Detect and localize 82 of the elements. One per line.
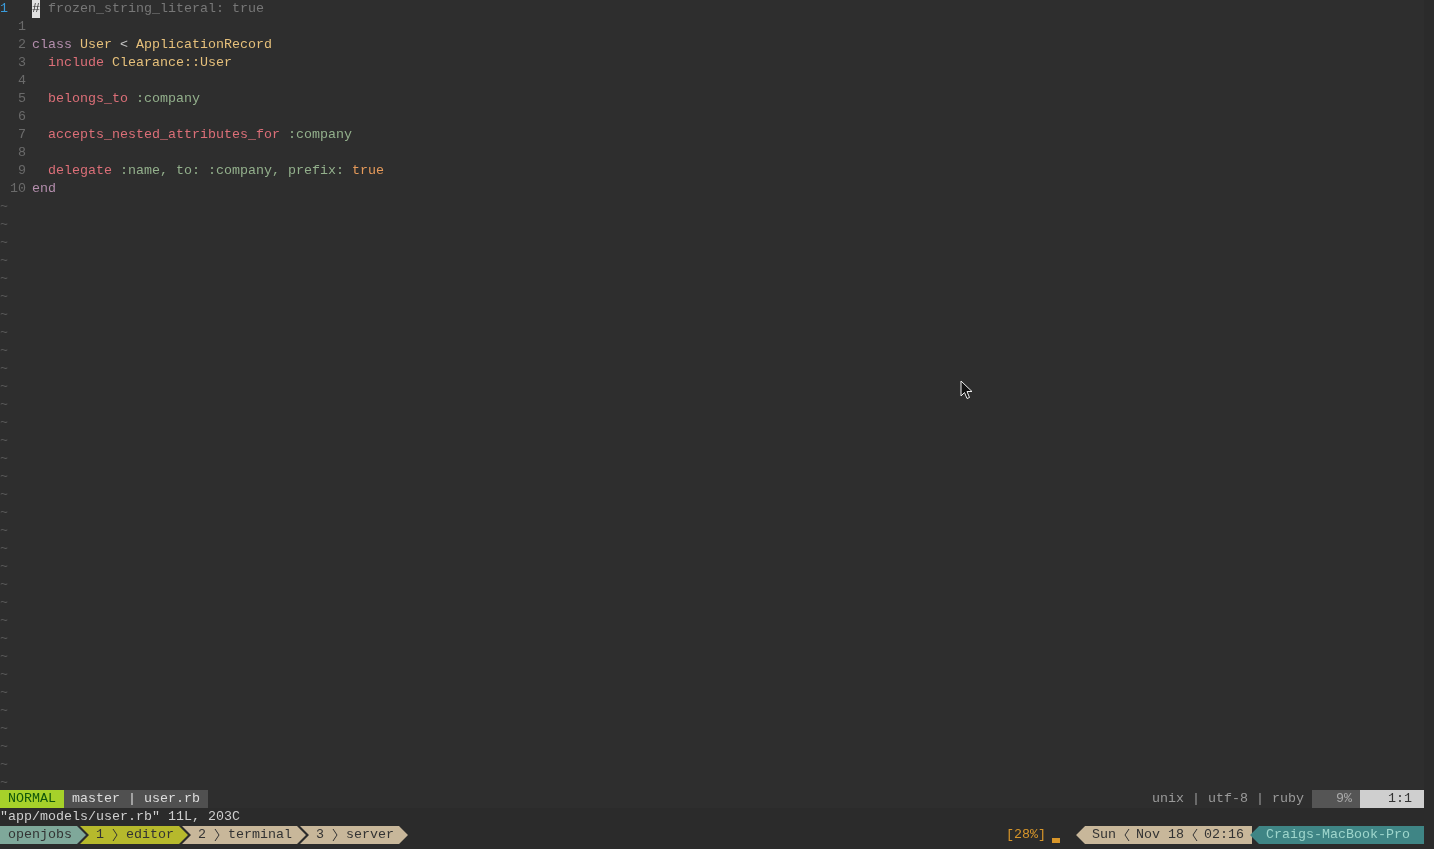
cursor-character: # [32, 0, 40, 18]
empty-line-marker: ~ [0, 360, 8, 378]
code-method: belongs_to [47, 90, 128, 108]
empty-line-marker: ~ [0, 666, 8, 684]
empty-line-marker: ~ [0, 252, 8, 270]
empty-line-marker: ~ [0, 702, 8, 720]
code-symbol: :company [136, 90, 200, 108]
empty-line-marker: ~ [0, 558, 8, 576]
date-time-segment: Sun [1076, 826, 1125, 844]
code-method: delegate [47, 162, 112, 180]
empty-line-marker: ~ [0, 774, 8, 792]
line-number: 6 [17, 108, 27, 126]
empty-line-marker: ~ [0, 486, 8, 504]
window-tab[interactable]: 1 editor [80, 826, 188, 844]
code-symbol: :name, to: :company, prefix: [120, 162, 344, 180]
branch-file-name: master | user.rb [64, 790, 208, 808]
line-number: 4 [17, 72, 27, 90]
code-method: include [47, 54, 104, 72]
line-number: 9 [17, 162, 27, 180]
empty-line-marker: ~ [0, 450, 8, 468]
empty-line-marker: ~ [0, 684, 8, 702]
line-number: 2 [17, 36, 27, 54]
line-number: 1 [17, 18, 27, 36]
separator-chevron-icon [1124, 828, 1131, 842]
empty-line-marker: ~ [0, 414, 8, 432]
empty-line-marker: ~ [0, 198, 8, 216]
empty-line-marker: ~ [0, 612, 8, 630]
line-number: 8 [17, 144, 27, 162]
session-name: openjobs [0, 826, 86, 844]
empty-line-marker: ~ [0, 630, 8, 648]
empty-line-marker: ~ [0, 540, 8, 558]
empty-line-marker: ~ [0, 720, 8, 738]
empty-line-marker: ~ [0, 576, 8, 594]
file-message: "app/models/user.rb" 11L, 203C [0, 809, 240, 824]
date-time-segment: 02:16 [1192, 826, 1253, 844]
host-name: Craigs-MacBook-Pro [1250, 826, 1424, 844]
empty-line-marker: ~ [0, 288, 8, 306]
empty-line-marker: ~ [0, 306, 8, 324]
code-constant: User [80, 36, 112, 54]
battery-bar-icon [1052, 838, 1061, 843]
empty-line-marker: ~ [0, 234, 8, 252]
empty-line-marker: ~ [0, 378, 8, 396]
code-constant: Clearance::User [112, 54, 232, 72]
file-info: unix | utf-8 | ruby [1151, 790, 1305, 808]
empty-line-marker: ~ [0, 594, 8, 612]
window-tab[interactable]: 3 server [300, 826, 408, 844]
line-number: 1 [0, 0, 9, 18]
line-number: 10 [9, 180, 27, 198]
code-keyword: class [32, 36, 72, 54]
empty-line-marker: ~ [0, 522, 8, 540]
empty-line-marker: ~ [0, 504, 8, 522]
line-number: 7 [17, 126, 27, 144]
code-boolean: true [351, 162, 384, 180]
empty-line-marker: ~ [0, 432, 8, 450]
separator-chevron-icon [112, 828, 118, 842]
code-constant: ApplicationRecord [136, 36, 272, 54]
mouse-pointer-icon [960, 380, 973, 400]
scroll-percent: 9% [1312, 790, 1360, 808]
empty-line-marker: ~ [0, 216, 8, 234]
empty-line-marker: ~ [0, 342, 8, 360]
mode-indicator: NORMAL [0, 790, 64, 808]
empty-line-marker: ~ [0, 648, 8, 666]
code-symbol: :company [287, 126, 352, 144]
battery-percent: [28%] [1005, 826, 1048, 844]
code-comment: frozen_string_literal: true [47, 0, 264, 18]
code-operator: < [120, 36, 128, 54]
cursor-position: 1:1 [1360, 790, 1424, 808]
empty-line-marker: ~ [0, 468, 8, 486]
window-tab[interactable]: 2 terminal [182, 826, 306, 844]
empty-line-marker: ~ [0, 396, 8, 414]
empty-line-marker: ~ [0, 270, 8, 288]
code-method: accepts_nested_attributes_for [47, 126, 280, 144]
separator-chevron-icon [214, 828, 220, 842]
empty-line-marker: ~ [0, 738, 8, 756]
empty-line-marker: ~ [0, 324, 8, 342]
date-time-segment: Nov 18 [1124, 826, 1193, 844]
line-number: 5 [17, 90, 27, 108]
separator-chevron-icon [332, 828, 338, 842]
line-number: 3 [17, 54, 27, 72]
empty-line-marker: ~ [0, 756, 8, 774]
separator-chevron-icon [1192, 828, 1199, 842]
code-keyword: end [32, 180, 56, 198]
